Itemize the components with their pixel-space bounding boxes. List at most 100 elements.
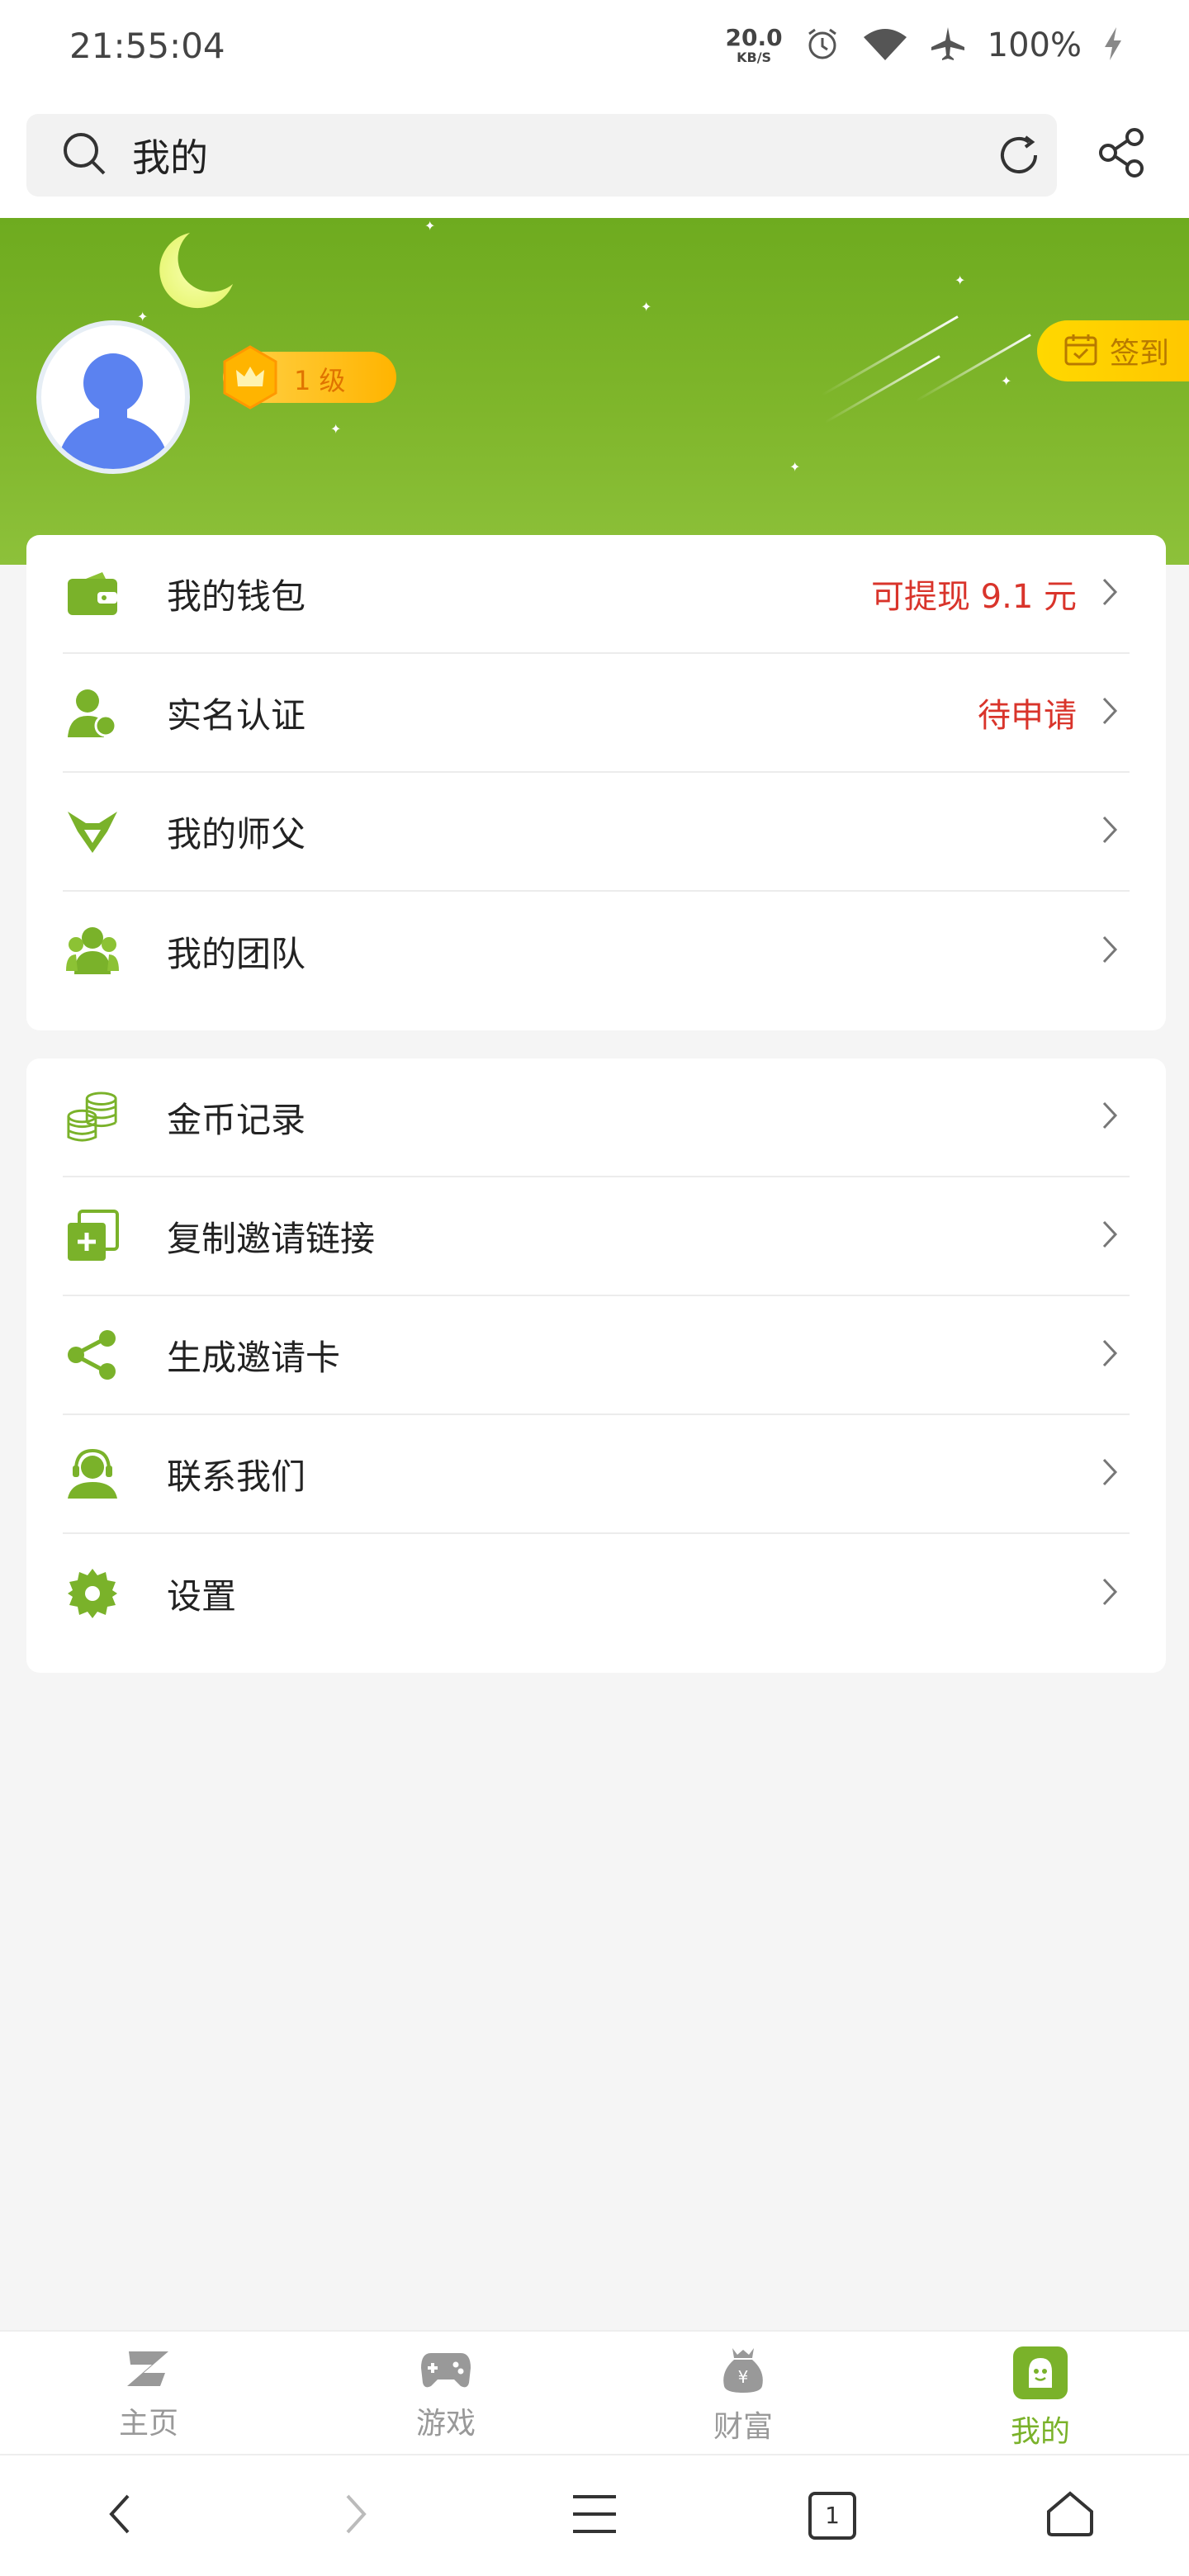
battery-level: 100% bbox=[987, 26, 1082, 64]
home-z-icon bbox=[124, 2346, 173, 2394]
menu-item-label: 设置 bbox=[167, 1575, 237, 1617]
chevron-right-icon bbox=[1101, 1577, 1118, 1610]
reload-icon[interactable] bbox=[996, 132, 1042, 182]
chevron-right-icon bbox=[1101, 1101, 1118, 1134]
chevron-right-icon bbox=[1101, 577, 1118, 610]
tab-label: 财富 bbox=[713, 2410, 773, 2444]
back-button[interactable] bbox=[69, 2474, 168, 2557]
menu-item-copy-invite-link[interactable]: 复制邀请链接 bbox=[63, 1177, 1130, 1296]
search-icon bbox=[61, 130, 107, 180]
wifi-icon bbox=[862, 26, 908, 65]
tab-wealth[interactable]: ¥ 财富 bbox=[594, 2332, 892, 2454]
level-badge: 1 级 bbox=[223, 345, 396, 410]
status-bar: 21:55:04 20.0 KB/S 100% bbox=[0, 0, 1189, 91]
tab-games[interactable]: 游戏 bbox=[297, 2332, 594, 2454]
meteor-streak bbox=[824, 355, 940, 424]
tab-label: 游戏 bbox=[415, 2407, 476, 2441]
star-icon: ✦ bbox=[1001, 373, 1012, 389]
calendar-icon bbox=[1063, 332, 1098, 370]
chevron-right-icon bbox=[1101, 1338, 1118, 1371]
crown-icon bbox=[221, 345, 279, 413]
profile-banner: ✦ ✦ ✦ ✦ ✦ ✦ ✦ 1 级 签到 bbox=[0, 218, 1189, 565]
support-icon bbox=[66, 1447, 119, 1500]
menu-item-invite-card[interactable]: 生成邀请卡 bbox=[63, 1296, 1130, 1415]
star-icon: ✦ bbox=[330, 421, 342, 437]
tools-menu-card: 金币记录 复制邀请链接 生成邀请卡 联系我们 设置 bbox=[26, 1058, 1166, 1673]
share-icon[interactable] bbox=[1097, 127, 1148, 182]
star-icon: ✦ bbox=[789, 459, 801, 475]
bottom-tab-bar: 主页 游戏 ¥ 财富 我的 bbox=[0, 2330, 1189, 2454]
account-menu-card: 我的钱包 可提现 9.1 元 实名认证 待申请 我的师父 我的团队 bbox=[26, 535, 1166, 1030]
chevron-left-icon bbox=[107, 2493, 131, 2539]
verification-status: 待申请 bbox=[978, 697, 1077, 735]
menu-item-label: 生成邀请卡 bbox=[167, 1337, 341, 1378]
star-icon: ✦ bbox=[424, 218, 436, 234]
svg-text:¥: ¥ bbox=[738, 2367, 749, 2387]
share-icon bbox=[66, 1328, 119, 1381]
net-speed-value: 20.0 bbox=[725, 24, 783, 51]
menu-item-verification[interactable]: 实名认证 待申请 bbox=[63, 654, 1130, 773]
checkin-button[interactable]: 签到 bbox=[1037, 320, 1189, 381]
menu-button[interactable] bbox=[545, 2474, 644, 2557]
home-button[interactable] bbox=[1021, 2474, 1120, 2557]
net-speed: 20.0 KB/S bbox=[726, 26, 783, 64]
menu-item-mentor[interactable]: 我的师父 bbox=[63, 773, 1130, 892]
forward-button[interactable] bbox=[307, 2474, 406, 2557]
checkin-label: 签到 bbox=[1110, 337, 1170, 371]
moon-icon bbox=[140, 226, 239, 320]
avatar[interactable] bbox=[36, 320, 190, 474]
menu-item-settings[interactable]: 设置 bbox=[63, 1534, 1130, 1653]
menu-item-label: 金币记录 bbox=[167, 1099, 306, 1140]
gamepad-icon bbox=[419, 2346, 472, 2394]
menu-item-label: 我的钱包 bbox=[167, 575, 306, 617]
team-icon bbox=[66, 925, 119, 978]
chevron-right-icon bbox=[1101, 1219, 1118, 1252]
me-icon bbox=[1013, 2346, 1068, 2403]
tab-me[interactable]: 我的 bbox=[892, 2332, 1189, 2454]
menu-item-label: 我的师父 bbox=[167, 813, 306, 855]
menu-item-label: 联系我们 bbox=[167, 1456, 306, 1497]
settings-icon bbox=[66, 1567, 119, 1620]
net-speed-unit: KB/S bbox=[737, 50, 772, 65]
level-text: 1 级 bbox=[294, 365, 346, 396]
chevron-right-icon bbox=[1101, 696, 1118, 729]
airplane-icon bbox=[930, 26, 966, 65]
mentor-icon bbox=[66, 805, 119, 858]
browser-nav-bar: 1 bbox=[0, 2454, 1189, 2576]
menu-item-label: 复制邀请链接 bbox=[167, 1218, 376, 1259]
chevron-right-icon bbox=[1101, 935, 1118, 968]
copy-link-icon bbox=[66, 1210, 119, 1262]
chevron-right-icon bbox=[344, 2493, 369, 2539]
wallet-balance: 可提现 9.1 元 bbox=[870, 578, 1077, 616]
menu-item-contact[interactable]: 联系我们 bbox=[63, 1415, 1130, 1534]
home-icon bbox=[1045, 2490, 1095, 2541]
tabs-icon: 1 bbox=[808, 2492, 856, 2540]
search-header bbox=[0, 91, 1189, 218]
tab-label: 主页 bbox=[118, 2407, 178, 2441]
coins-icon bbox=[66, 1091, 119, 1144]
menu-item-wallet[interactable]: 我的钱包 可提现 9.1 元 bbox=[63, 535, 1130, 654]
tab-home[interactable]: 主页 bbox=[0, 2332, 297, 2454]
chevron-right-icon bbox=[1101, 1457, 1118, 1490]
tabs-button[interactable]: 1 bbox=[783, 2474, 882, 2557]
star-icon: ✦ bbox=[137, 309, 149, 324]
chevron-right-icon bbox=[1101, 815, 1118, 848]
star-icon: ✦ bbox=[641, 299, 652, 315]
tab-count: 1 bbox=[825, 2502, 840, 2529]
user-verify-icon bbox=[66, 686, 119, 739]
menu-icon bbox=[571, 2493, 618, 2538]
money-bag-icon: ¥ bbox=[721, 2346, 765, 2398]
search-box[interactable] bbox=[26, 114, 1057, 197]
wallet-icon bbox=[66, 567, 119, 620]
menu-item-label: 实名认证 bbox=[167, 694, 306, 736]
menu-item-label: 我的团队 bbox=[167, 933, 306, 974]
search-input[interactable] bbox=[132, 133, 875, 178]
charging-icon bbox=[1103, 26, 1123, 65]
alarm-icon bbox=[804, 26, 841, 65]
meteor-streak bbox=[915, 334, 1031, 402]
menu-item-team[interactable]: 我的团队 bbox=[63, 892, 1130, 1011]
menu-item-coin-records[interactable]: 金币记录 bbox=[63, 1058, 1130, 1177]
status-time: 21:55:04 bbox=[69, 25, 225, 66]
tab-label: 我的 bbox=[1010, 2415, 1070, 2449]
status-icons: 20.0 KB/S 100% bbox=[726, 26, 1123, 65]
